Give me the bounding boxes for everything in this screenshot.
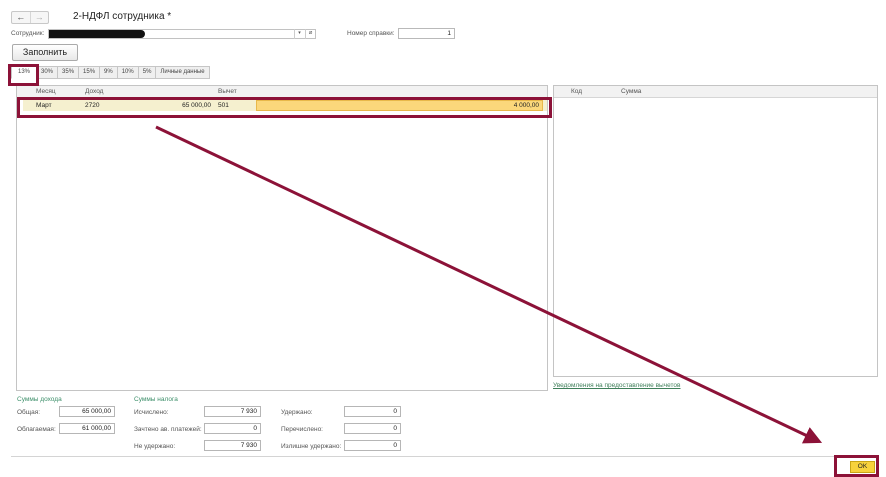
income-table: Месяц Доход Вычет Март 2720 65 000,00 50… — [16, 85, 548, 391]
transferred-field[interactable]: 0 — [344, 423, 401, 434]
column-income[interactable]: Доход — [85, 88, 103, 95]
page-title: 2-НДФЛ сотрудника * — [73, 11, 172, 22]
calculated-field[interactable]: 7 930 — [204, 406, 261, 417]
column-month[interactable]: Месяц — [36, 88, 56, 95]
redacted-employee-name — [49, 30, 145, 38]
advance-label: Зачтено ав. платежей: — [134, 426, 202, 433]
forward-button[interactable]: → — [29, 12, 49, 23]
column-sum[interactable]: Сумма — [621, 88, 641, 95]
deduction-table-header: Код Сумма — [554, 86, 877, 98]
notices-link[interactable]: Уведомления на предоставление вычетов — [553, 382, 680, 389]
cert-number-field[interactable]: 1 — [398, 28, 455, 39]
open-link-icon[interactable]: ⌀ — [305, 29, 315, 39]
history-nav: ← → — [11, 11, 49, 24]
dropdown-icon[interactable]: ▾ — [294, 29, 304, 39]
tab-personal-data[interactable]: Личные данные — [156, 66, 210, 79]
transferred-label: Перечислено: — [281, 426, 323, 433]
not-withheld-field[interactable]: 7 930 — [204, 440, 261, 451]
taxable-income-field[interactable]: 61 000,00 — [59, 423, 115, 434]
total-income-label: Общая: — [17, 409, 41, 416]
back-button[interactable]: ← — [12, 12, 30, 23]
withheld-label: Удержано: — [281, 409, 313, 416]
employee-field[interactable]: ▾ ⌀ — [48, 29, 316, 39]
excess-withheld-field[interactable]: 0 — [344, 440, 401, 451]
taxable-income-label: Облагаемая: — [17, 426, 56, 433]
total-income-field[interactable]: 65 000,00 — [59, 406, 115, 417]
not-withheld-label: Не удержано: — [134, 443, 176, 450]
deduction-table: Код Сумма — [553, 85, 878, 377]
fill-button[interactable]: Заполнить — [12, 44, 78, 61]
tab-15[interactable]: 15% — [79, 66, 101, 79]
column-deduction[interactable]: Вычет — [218, 88, 237, 95]
cert-number-label: Номер справки: — [347, 30, 395, 37]
calculated-label: Исчислено: — [134, 409, 169, 416]
tab-35[interactable]: 35% — [58, 66, 80, 79]
employee-label: Сотрудник: — [11, 30, 45, 37]
column-code[interactable]: Код — [571, 88, 582, 95]
footer-divider — [11, 456, 878, 457]
annotation-box-tab — [8, 64, 39, 86]
tab-9[interactable]: 9% — [100, 66, 118, 79]
advance-field[interactable]: 0 — [204, 423, 261, 434]
rate-tabs: 13% 30% 35% 15% 9% 10% 5% Личные данные — [11, 66, 210, 79]
tab-30[interactable]: 30% — [37, 66, 59, 79]
income-sums-title: Суммы дохода — [17, 396, 62, 403]
annotation-box-row — [17, 97, 552, 118]
annotation-box-ok — [834, 455, 879, 477]
tab-10[interactable]: 10% — [117, 66, 139, 79]
tab-5[interactable]: 5% — [138, 66, 157, 79]
withheld-field[interactable]: 0 — [344, 406, 401, 417]
excess-withheld-label: Излишне удержано: — [281, 443, 342, 450]
tax-sums-title: Суммы налога — [134, 396, 178, 403]
